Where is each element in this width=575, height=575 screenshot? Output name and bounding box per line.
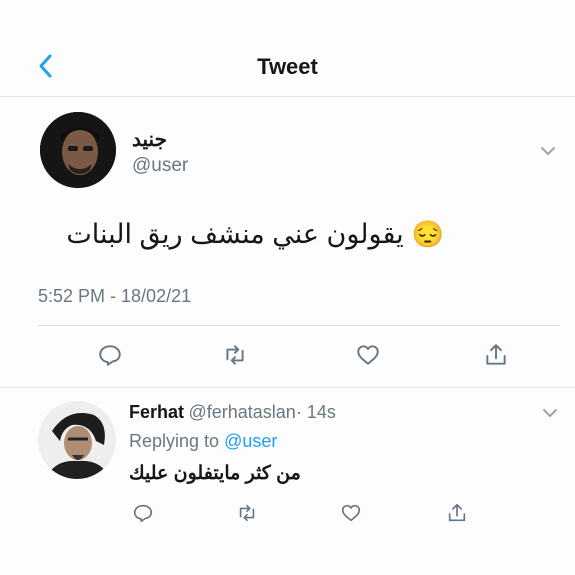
reply-author-name[interactable]: Ferhat bbox=[129, 402, 184, 422]
replying-to-handle[interactable]: @user bbox=[224, 431, 277, 451]
page-title: Tweet bbox=[257, 54, 318, 79]
tweet-timestamp: 5:52 PM - 18/02/21 bbox=[38, 286, 192, 306]
reply-avatar[interactable] bbox=[38, 401, 116, 479]
reply-author-handle[interactable]: @ferhataslan bbox=[188, 402, 295, 422]
reply-like-icon[interactable] bbox=[340, 502, 362, 524]
replying-to: Replying to @user bbox=[129, 431, 277, 452]
share-icon[interactable] bbox=[483, 342, 509, 368]
header-divider bbox=[0, 96, 575, 97]
reply-chevron-down-icon[interactable] bbox=[542, 406, 558, 418]
tweet-divider bbox=[0, 387, 575, 388]
chevron-down-icon[interactable] bbox=[540, 144, 556, 156]
author-name: جنيد bbox=[132, 129, 167, 151]
author-handle[interactable]: @user bbox=[132, 155, 188, 177]
reply-icon[interactable] bbox=[97, 342, 123, 368]
reply-header: Ferhat @ferhataslan· 14s bbox=[129, 402, 336, 423]
replying-to-label: Replying to bbox=[129, 431, 225, 451]
pensive-face-emoji: 😔 bbox=[411, 218, 444, 249]
reply-body: من كثر مايتفلون عليك bbox=[129, 462, 301, 485]
timestamp-divider bbox=[38, 325, 560, 326]
tweet-body: يقولون عني منشف ريق البنات 😔 bbox=[38, 214, 444, 254]
retweet-icon[interactable] bbox=[222, 342, 248, 368]
reply-time: · 14s bbox=[295, 402, 336, 422]
like-icon[interactable] bbox=[355, 342, 381, 368]
avatar[interactable] bbox=[40, 112, 116, 188]
reply-retweet-icon[interactable] bbox=[236, 502, 258, 524]
reply-reply-icon[interactable] bbox=[132, 502, 154, 524]
tweet-text: يقولون عني منشف ريق البنات bbox=[66, 218, 404, 249]
reply-share-icon[interactable] bbox=[446, 502, 468, 524]
reply-text: من كثر مايتفلون عليك bbox=[129, 463, 301, 484]
